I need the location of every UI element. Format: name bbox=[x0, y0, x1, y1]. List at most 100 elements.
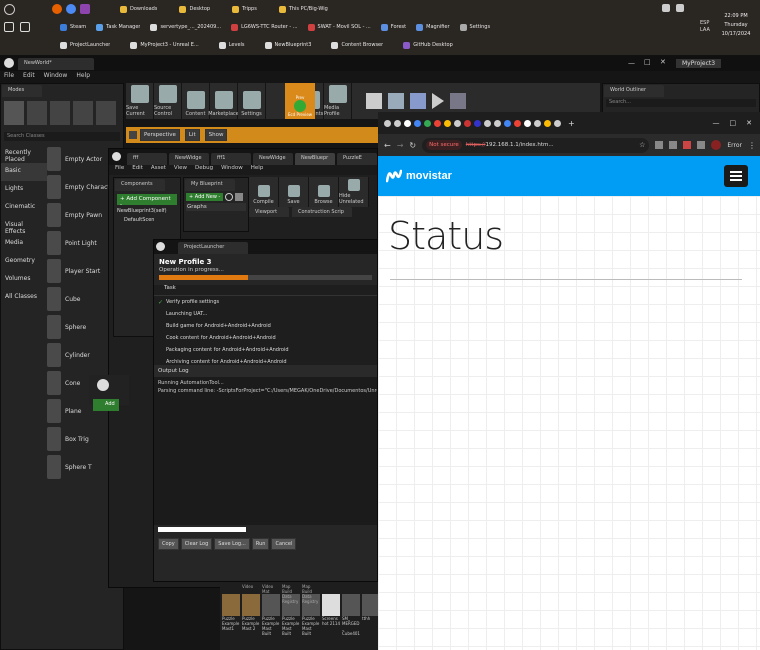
menu-item[interactable]: File bbox=[115, 165, 124, 175]
taskbar-item[interactable]: Desktop bbox=[179, 3, 210, 15]
close-icon[interactable]: ✕ bbox=[660, 58, 666, 66]
taskview-icon[interactable] bbox=[20, 22, 30, 32]
taskbar-item[interactable]: Tripps bbox=[232, 3, 257, 15]
tab-favicon-icon[interactable] bbox=[454, 119, 461, 127]
scrollbar[interactable] bbox=[158, 527, 246, 532]
menu-item[interactable]: Edit bbox=[132, 165, 143, 175]
blueprint-tab[interactable]: NewWidge bbox=[253, 153, 293, 165]
menu-item[interactable]: File bbox=[4, 72, 14, 82]
hamburger-menu-button[interactable] bbox=[724, 165, 748, 187]
category-item[interactable]: Basic bbox=[1, 163, 47, 181]
bookmark-star-icon[interactable]: ☆ bbox=[639, 141, 645, 149]
taskbar-item[interactable]: Levels bbox=[218, 39, 245, 51]
tab-favicon-icon[interactable] bbox=[464, 119, 471, 127]
toolbar-button[interactable]: Source Control bbox=[154, 83, 182, 119]
tab-level[interactable]: NewWorld* bbox=[18, 58, 94, 70]
blueprint-tab[interactable]: fff1 bbox=[211, 153, 251, 165]
taskbar-item[interactable]: Task Manager bbox=[96, 21, 140, 33]
category-item[interactable]: Volumes bbox=[1, 271, 47, 289]
geometry-mode-icon[interactable] bbox=[96, 101, 116, 125]
blueprint-toolbar-button[interactable]: Hide Unrelated bbox=[339, 177, 369, 207]
not-secure-badge[interactable]: Not secure bbox=[426, 140, 462, 150]
menu-item[interactable]: Asset bbox=[151, 165, 166, 175]
component-self[interactable]: NewBlueprint3(self) bbox=[117, 208, 177, 214]
taskbar-item[interactable]: SWAT - Movil SOL - ... bbox=[307, 21, 371, 33]
forward-icon[interactable]: → bbox=[397, 141, 404, 150]
asset-tile[interactable]: Screenshot 2114 bbox=[322, 584, 340, 648]
address-bar[interactable]: Not secure https:// 192.168.1.1/index.ht… bbox=[422, 137, 650, 153]
tab-favicon-icon[interactable] bbox=[514, 119, 521, 127]
paint-mode-icon[interactable] bbox=[27, 101, 47, 125]
ecd-preview-button[interactable]: Prev Ecd Preview bbox=[285, 83, 315, 119]
extension-icon[interactable] bbox=[669, 141, 678, 149]
tab-favicon-icon[interactable] bbox=[414, 119, 421, 127]
tab-favicon-icon[interactable] bbox=[544, 119, 551, 127]
asset-tile[interactable]: SM_ MERGED_ Cube401 bbox=[342, 584, 360, 648]
reload-icon[interactable]: ↻ bbox=[409, 141, 416, 150]
asset-tile[interactable]: Puzzle Example Mast1 bbox=[222, 584, 240, 648]
tab-favicon-icon[interactable] bbox=[434, 119, 441, 127]
extension-icon[interactable] bbox=[683, 141, 692, 149]
outliner-search-input[interactable]: Search... bbox=[606, 99, 756, 107]
network-icon[interactable] bbox=[676, 4, 684, 12]
blueprint-tab[interactable]: NewWidge bbox=[169, 153, 209, 165]
system-clock[interactable]: 22:09 PM Thursday 10/17/2024 bbox=[712, 12, 760, 39]
asset-tile[interactable]: Video Mat Puzzle Example Mast Built bbox=[262, 584, 280, 648]
graphs-section[interactable]: Graphs bbox=[186, 203, 246, 211]
tab-favicon-icon[interactable] bbox=[524, 119, 531, 127]
blueprint-tab[interactable]: PuzzleE bbox=[337, 153, 377, 165]
tab-favicon-icon[interactable] bbox=[444, 119, 451, 127]
tab-favicon-icon[interactable] bbox=[384, 119, 391, 127]
volume-icon[interactable] bbox=[662, 4, 670, 12]
app-icon[interactable] bbox=[80, 4, 90, 14]
menu-item[interactable]: Debug bbox=[195, 165, 213, 175]
component-default-scene[interactable]: DefaultScen bbox=[124, 217, 177, 223]
taskbar-item[interactable]: This PC/Big-Wig bbox=[278, 3, 328, 15]
toolbar-button[interactable]: Media Profile bbox=[324, 83, 352, 119]
taskbar-item[interactable]: LG6WS-TTC Router - ... bbox=[231, 21, 298, 33]
taskbar-item[interactable]: NewBlueprint3 bbox=[264, 39, 311, 51]
add-button[interactable]: Add bbox=[93, 399, 119, 411]
start-icon[interactable] bbox=[4, 22, 14, 32]
viewport-button[interactable]: Perspective bbox=[140, 129, 180, 141]
tab-favicon-icon[interactable] bbox=[424, 119, 431, 127]
asset-tile[interactable]: Video Puzzle Example Mast 2 bbox=[242, 584, 260, 648]
add-new-button[interactable]: + Add New - bbox=[186, 193, 224, 201]
launcher-button[interactable]: Clear Log bbox=[180, 538, 213, 550]
menu-item[interactable]: Window bbox=[221, 165, 243, 175]
firefox-icon[interactable] bbox=[52, 4, 62, 14]
menu-item[interactable]: Help bbox=[251, 165, 264, 175]
tab-world-outliner[interactable]: World Outliner bbox=[604, 85, 664, 97]
close-icon[interactable]: ✕ bbox=[746, 119, 752, 127]
launcher-button[interactable]: Cancel bbox=[271, 538, 297, 550]
error-label[interactable]: Error bbox=[727, 142, 742, 149]
tab-favicon-icon[interactable] bbox=[534, 119, 541, 127]
menu-item[interactable]: View bbox=[174, 165, 187, 175]
taskbar-item[interactable]: Steam bbox=[60, 21, 86, 33]
taskbar-item[interactable]: Downloads bbox=[120, 3, 157, 15]
search-icon[interactable] bbox=[4, 3, 15, 15]
maximize-icon[interactable]: □ bbox=[644, 58, 651, 66]
taskbar-item[interactable]: GitHub Desktop bbox=[403, 39, 453, 51]
viewport-options-icon[interactable] bbox=[129, 131, 137, 139]
tab-components[interactable]: Components bbox=[115, 179, 165, 191]
taskbar-item[interactable]: Settings bbox=[459, 21, 490, 33]
search-icon[interactable] bbox=[225, 193, 234, 201]
tab-project-launcher[interactable]: ProjectLauncher bbox=[178, 242, 248, 254]
maximize-icon[interactable]: □ bbox=[730, 119, 737, 127]
tab-favicon-icon[interactable] bbox=[554, 119, 561, 127]
back-icon[interactable]: ← bbox=[384, 141, 391, 150]
chrome-icon[interactable] bbox=[66, 4, 76, 14]
search-classes-input[interactable]: Search Classes bbox=[4, 132, 120, 141]
taskbar-item[interactable]: MyProject3 - Unreal E... bbox=[130, 39, 199, 51]
tab-favicon-icon[interactable] bbox=[474, 119, 481, 127]
foliage-mode-icon[interactable] bbox=[73, 101, 93, 125]
toolbar-button[interactable]: Marketplace bbox=[208, 83, 239, 119]
tab-favicon-icon[interactable] bbox=[504, 119, 511, 127]
blueprint-toolbar-button[interactable]: Compile bbox=[249, 177, 279, 207]
extension-icon[interactable] bbox=[697, 141, 706, 149]
menu-kebab-icon[interactable]: ⋮ bbox=[748, 141, 756, 150]
eye-icon[interactable] bbox=[235, 193, 244, 201]
taskbar-item[interactable]: ProjectLauncher bbox=[60, 39, 110, 51]
category-item[interactable]: Visual Effects bbox=[1, 217, 47, 235]
